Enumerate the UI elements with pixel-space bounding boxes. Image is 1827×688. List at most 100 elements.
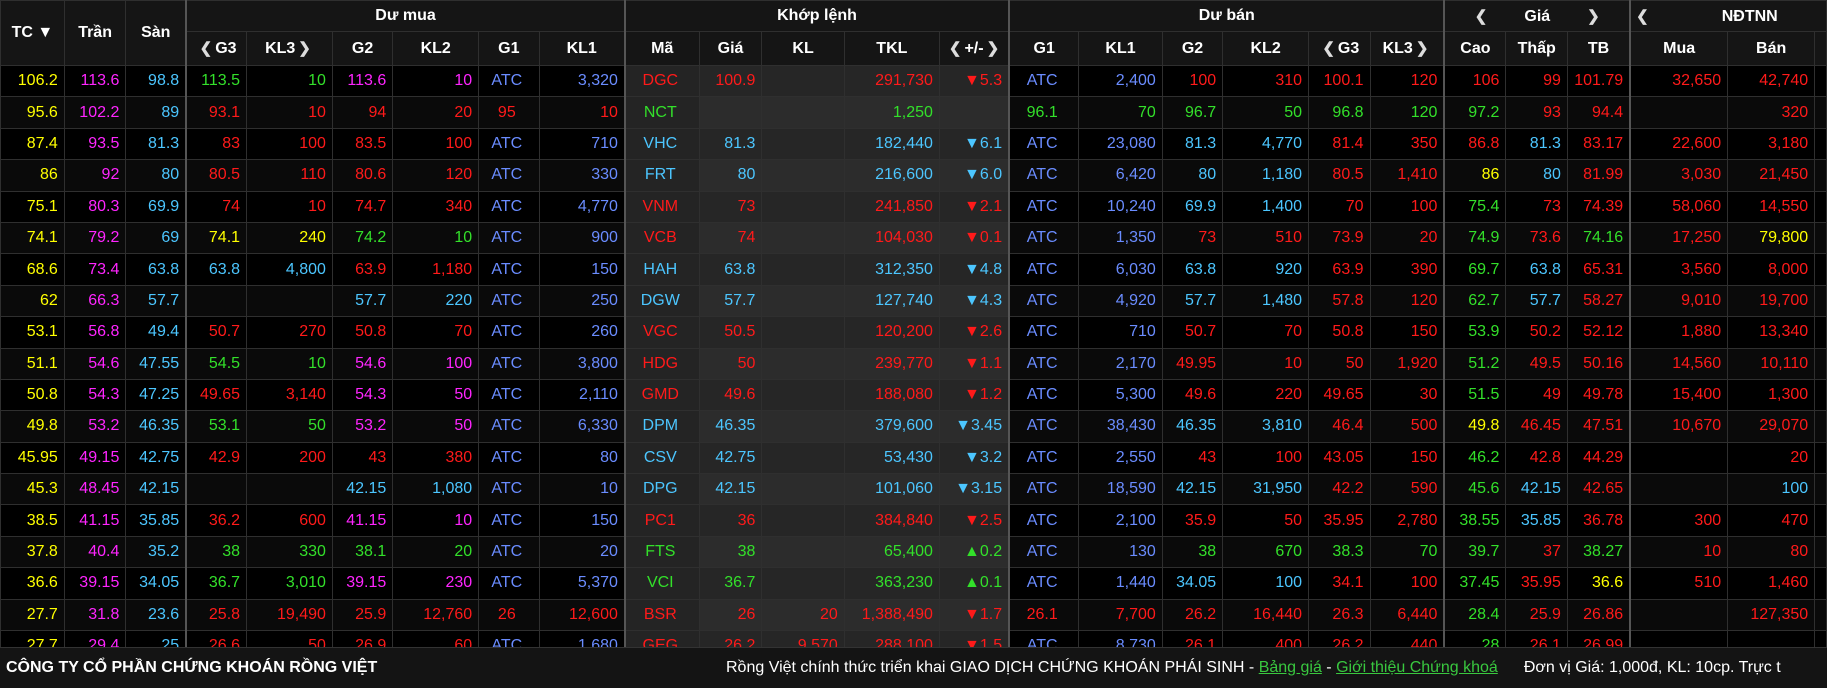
chevron-left-icon[interactable]: ❮	[1633, 7, 1652, 25]
cell-symbol[interactable]: PC1	[623, 504, 700, 537]
table-row[interactable]: 38.5 41.15 35.85 36.2 600 41.15 10 ATC 150 PC1 36 3…	[0, 504, 1827, 537]
cell-sell-kl3: 1,920	[1369, 347, 1445, 380]
table-row[interactable]: 95.6 102.2 89 93.1 10 94 20 95 10 NCT 1,250 96.1 70 9…	[0, 96, 1827, 129]
col-gia-khop[interactable]: Giá	[698, 31, 763, 66]
table-row[interactable]: 36.6 39.15 34.05 36.7 3,010 39.15 230 ATC 5,370 V…	[0, 567, 1827, 600]
table-row[interactable]: 87.4 93.5 81.3 83 100 83.5 100 ATC 710 VHC 81.3 182…	[0, 127, 1827, 161]
table-row[interactable]: 49.8 53.2 46.35 53.1 50 53.2 50 ATC 6,330 DPM 46.3…	[0, 410, 1827, 443]
cell-symbol[interactable]: HDG	[623, 347, 700, 380]
col-san[interactable]: Sàn	[125, 0, 187, 66]
cell-low: 35.95	[1505, 567, 1568, 600]
cell-symbol[interactable]: VNM	[623, 190, 700, 223]
table-row[interactable]: 50.8 54.3 47.25 49.65 3,140 54.3 50 ATC 2,110 GMD…	[0, 378, 1827, 412]
group-du-mua: Dư mua	[185, 0, 626, 32]
cell-total-kl: 53,430	[843, 441, 940, 475]
chevron-right-icon[interactable]: ❯	[1413, 39, 1432, 57]
cell-match-kl	[761, 473, 845, 506]
cell-symbol[interactable]: VCI	[623, 567, 700, 600]
col-g1-buy[interactable]: G1	[478, 31, 540, 66]
cell-change: ▼4.3	[938, 284, 1010, 318]
chevron-left-icon[interactable]: ❮	[946, 39, 965, 57]
chevron-right-icon[interactable]: ❯	[295, 39, 314, 57]
table-row[interactable]: 51.1 54.6 47.55 54.5 10 54.6 100 ATC 3,800 HDG 50 2…	[0, 347, 1827, 380]
cell-sell-g3: 38.3	[1308, 535, 1371, 569]
cell-symbol[interactable]: VCB	[623, 221, 700, 255]
cell-buy-g1: ATC	[478, 473, 540, 506]
table-row[interactable]: 27.7 29.4 25 26.6 50 26.9 60 ATC 1,680 GEG 26.2 9,5…	[0, 630, 1827, 647]
cell-buy-g2: 43	[331, 441, 394, 475]
col-tran[interactable]: Trần	[63, 0, 127, 66]
cell-total-kl: 216,600	[843, 159, 940, 192]
chevron-right-icon[interactable]: ❯	[984, 39, 1003, 57]
chevron-right-icon[interactable]: ❯	[1584, 7, 1603, 25]
col-g1-sell[interactable]: G1	[1008, 31, 1080, 66]
cell-symbol[interactable]: HAH	[623, 253, 700, 286]
cell-match-kl	[761, 96, 845, 129]
cell-symbol[interactable]: FTS	[623, 535, 700, 569]
cell-symbol[interactable]: DGC	[623, 64, 700, 98]
cell-extra	[1814, 504, 1827, 537]
col-ma[interactable]: Mã	[623, 31, 700, 66]
cell-symbol[interactable]: DPM	[623, 410, 700, 443]
table-row[interactable]: 86 92 80 80.5 110 80.6 120 ATC 330 FRT 80 216,600 ▼6…	[0, 159, 1827, 192]
cell-buy-kl2: 20	[392, 535, 480, 569]
col-kl-khop[interactable]: KL	[761, 31, 845, 66]
col-kl3-sell[interactable]: KL3 ❯	[1369, 31, 1445, 66]
col-kl2-buy[interactable]: KL2	[392, 31, 480, 66]
table-row[interactable]: 45.3 48.45 42.15 42.15 1,080 ATC 10 DPG 42.15 101…	[0, 473, 1827, 506]
table-row[interactable]: 106.2 113.6 98.8 113.5 10 113.6 10 ATC 3,320 DGC 1…	[0, 64, 1827, 98]
table-row[interactable]: 68.6 73.4 63.8 63.8 4,800 63.9 1,180 ATC 150 HAH 6…	[0, 253, 1827, 286]
cell-symbol[interactable]: BSR	[623, 598, 700, 632]
cell-buy-kl1: 900	[538, 221, 626, 255]
cell-symbol[interactable]: CSV	[623, 441, 700, 475]
cell-match-price: 73	[698, 190, 763, 223]
cell-sell-g3: 26.3	[1308, 598, 1371, 632]
cell-symbol[interactable]: DGW	[623, 284, 700, 318]
col-mua[interactable]: Mua	[1629, 31, 1729, 66]
chevron-left-icon[interactable]: ❮	[197, 39, 216, 57]
col-kl1-sell[interactable]: KL1	[1078, 31, 1163, 66]
cell-symbol[interactable]: FRT	[623, 159, 700, 192]
col-tb[interactable]: TB	[1566, 31, 1631, 66]
cell-symbol[interactable]: NCT	[623, 96, 700, 129]
cell-symbol[interactable]: VHC	[623, 127, 700, 161]
col-kl1-buy[interactable]: KL1	[538, 31, 626, 66]
table-row[interactable]: 75.1 80.3 69.9 74 10 74.7 340 ATC 4,770 VNM 73 241,…	[0, 190, 1827, 223]
cell-buy-kl3: 110	[246, 159, 333, 192]
table-row[interactable]: 37.8 40.4 35.2 38 330 38.1 20 ATC 20 FTS 38 65,400 ▲…	[0, 535, 1827, 569]
table-row[interactable]: 53.1 56.8 49.4 50.7 270 50.8 70 ATC 260 VGC 50.5 12…	[0, 316, 1827, 349]
col-g3-buy[interactable]: ❮ G3	[185, 31, 248, 66]
table-row[interactable]: 62 66.3 57.7 57.7 220 ATC 250 DGW 57.7 127,740 ▼4.…	[0, 284, 1827, 318]
cell-foreign-buy	[1629, 473, 1729, 506]
cell-symbol[interactable]: VGC	[623, 316, 700, 349]
col-change[interactable]: ❮ +/- ❯	[938, 31, 1010, 66]
col-kl2-sell[interactable]: KL2	[1222, 31, 1310, 66]
col-g2-buy[interactable]: G2	[331, 31, 394, 66]
col-tkl[interactable]: TKL	[843, 31, 940, 66]
cell-buy-g1: 26	[478, 598, 540, 632]
cell-symbol[interactable]: GMD	[623, 378, 700, 412]
table-row[interactable]: 45.95 49.15 42.75 42.9 200 43 380 ATC 80 CSV 42.75…	[0, 441, 1827, 475]
cell-symbol[interactable]: DPG	[623, 473, 700, 506]
col-g2-sell[interactable]: G2	[1161, 31, 1224, 66]
table-row[interactable]: 27.7 31.8 23.6 25.8 19,490 25.9 12,760 26 12,600…	[0, 598, 1827, 632]
col-cao[interactable]: Cao	[1443, 31, 1507, 66]
cell-symbol[interactable]: GEG	[623, 630, 700, 647]
chevron-left-icon[interactable]: ❮	[1472, 7, 1491, 25]
link-bang-gia[interactable]: Bảng giá	[1259, 659, 1322, 676]
cell-buy-kl2: 10	[392, 64, 480, 98]
col-thap[interactable]: Thấp	[1505, 31, 1568, 66]
cell-high: 86	[1443, 159, 1507, 192]
col-kl3-buy[interactable]: KL3 ❯	[246, 31, 333, 66]
chevron-left-icon[interactable]: ❮	[1319, 39, 1338, 57]
col-g3-sell[interactable]: ❮ G3	[1308, 31, 1371, 66]
table-row[interactable]: 74.1 79.2 69 74.1 240 74.2 10 ATC 900 VCB 74 104,03…	[0, 221, 1827, 255]
cell-foreign-buy: 9,010	[1629, 284, 1729, 318]
col-ban[interactable]: Bán	[1727, 31, 1816, 66]
cell-extra	[1814, 410, 1827, 443]
link-gioi-thieu[interactable]: Giới thiệu Chứng khoá	[1336, 659, 1498, 676]
cell-buy-g3: 42.9	[185, 441, 248, 475]
cell-sell-g1: 96.1	[1008, 96, 1080, 129]
cell-match-price: 49.6	[698, 378, 763, 412]
col-tc[interactable]: TC ▼	[0, 0, 65, 66]
